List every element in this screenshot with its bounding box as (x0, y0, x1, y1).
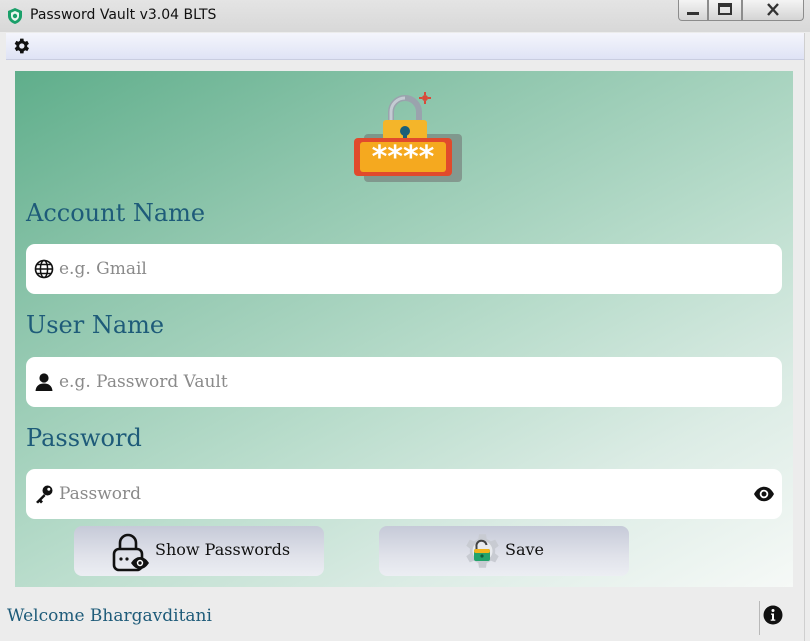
save-button[interactable]: Save (379, 526, 629, 576)
password-input[interactable] (59, 484, 719, 504)
shield-icon (8, 8, 22, 24)
eye-icon[interactable] (753, 485, 775, 503)
close-icon (767, 3, 779, 16)
minimize-button[interactable] (678, 0, 708, 21)
password-mask: **** (372, 140, 435, 175)
account-name-input[interactable] (59, 259, 739, 279)
user-name-field[interactable] (26, 357, 782, 407)
account-name-label: Account Name (26, 199, 206, 227)
password-label: Password (26, 424, 142, 452)
close-button[interactable] (742, 0, 804, 21)
save-label: Save (505, 540, 545, 559)
password-field[interactable] (26, 469, 782, 519)
info-icon[interactable] (763, 605, 783, 625)
maximize-icon (718, 3, 732, 15)
show-passwords-label: Show Passwords (155, 540, 291, 559)
welcome-text: Welcome Bhargavditani (7, 606, 212, 626)
lock-eye-icon (112, 533, 149, 572)
maximize-button[interactable] (708, 0, 742, 21)
gear-icon[interactable] (11, 36, 31, 56)
padlock-password-icon: **** (354, 92, 462, 182)
user-name-label: User Name (26, 311, 165, 339)
minimize-icon (687, 12, 699, 15)
menu-toolbar (6, 33, 804, 60)
window-title: Password Vault v3.04 BLTS (30, 7, 217, 23)
gear-lock-icon (466, 534, 499, 568)
form-panel: **** Account Name User Name Password (15, 71, 793, 587)
globe-icon (34, 259, 54, 279)
user-name-input[interactable] (59, 372, 739, 392)
window-border (804, 33, 805, 641)
account-name-field[interactable] (26, 244, 782, 294)
key-icon (36, 485, 53, 504)
status-divider (759, 601, 760, 635)
title-bar[interactable]: Password Vault v3.04 BLTS (0, 0, 810, 32)
user-icon (35, 373, 53, 391)
show-passwords-button[interactable]: Show Passwords (74, 526, 324, 576)
